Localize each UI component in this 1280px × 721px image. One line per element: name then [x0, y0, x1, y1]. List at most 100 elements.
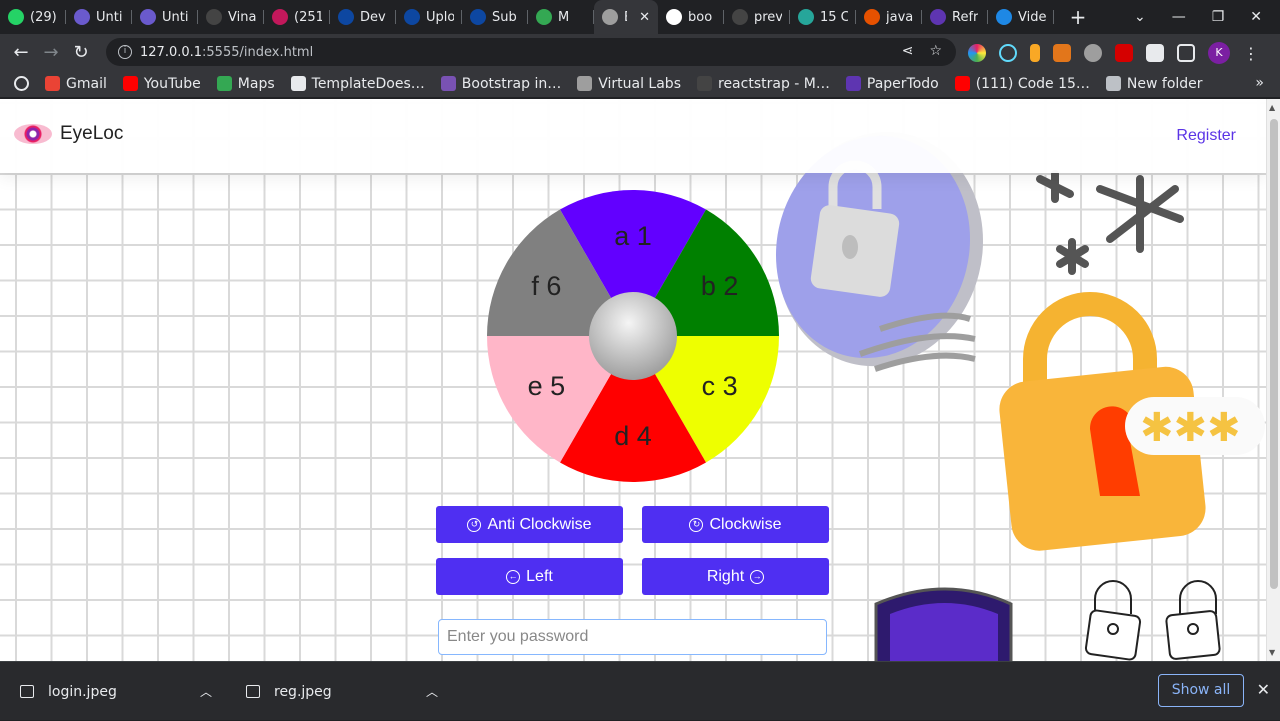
brand-name: EyeLoc	[60, 123, 124, 144]
settings-extension-icon[interactable]	[1084, 44, 1102, 62]
bookmark-favicon-icon	[577, 76, 593, 91]
downloads-bar: login.jpeg ︿ reg.jpeg ︿ Show all ✕	[0, 661, 1280, 720]
url-path: :5555/index.html	[202, 44, 314, 60]
browser-tab[interactable]: Uplo	[396, 0, 462, 34]
scroll-up-icon[interactable]: ▲	[1269, 103, 1275, 112]
bookmark-label: Maps	[237, 75, 275, 92]
tab-title: E	[624, 10, 627, 25]
back-icon[interactable]: ←	[6, 42, 36, 63]
address-bar[interactable]: i 127.0.0.1:5555/index.html ⋖ ☆	[106, 38, 956, 66]
key-extension-icon[interactable]	[1030, 44, 1040, 62]
site-navbar: EyeLoc Register	[0, 99, 1266, 173]
tab-favicon-icon	[798, 9, 814, 25]
page-viewport: ✱✱✱ EyeLoc Register a 1 b 2 c 3 d 4 e 5 f 6 ↺…	[0, 99, 1280, 661]
metamask-icon[interactable]	[1053, 44, 1071, 62]
forward-icon[interactable]: →	[36, 42, 66, 63]
anticlockwise-button[interactable]: ↺ Anti Clockwise	[436, 506, 623, 543]
browser-tab[interactable]: (251	[264, 0, 330, 34]
reload-icon[interactable]: ↻	[66, 42, 96, 63]
right-button[interactable]: Right →	[642, 558, 829, 595]
color-extension-icon[interactable]	[968, 44, 986, 62]
bookmark-favicon-icon	[697, 76, 712, 91]
tab-favicon-icon	[140, 9, 156, 25]
bookmark-label: TemplateDoes…	[311, 75, 425, 92]
apps-globe-icon[interactable]	[14, 76, 29, 91]
menu-kebab-icon[interactable]: ⋮	[1243, 44, 1259, 63]
register-link[interactable]: Register	[1176, 127, 1236, 145]
bookmark-label: YouTube	[143, 75, 201, 92]
bookmark-label: Bootstrap in…	[461, 75, 562, 92]
bookmark-favicon-icon	[122, 76, 138, 91]
clockwise-label: Clockwise	[709, 515, 782, 533]
browser-tab[interactable]: Sub	[462, 0, 528, 34]
tab-title: java	[886, 9, 914, 25]
bookmark-item[interactable]: Bootstrap in…	[440, 75, 562, 92]
browser-tab[interactable]: Dev	[330, 0, 396, 34]
tab-close-icon[interactable]: ✕	[639, 10, 650, 25]
extensions-puzzle-icon[interactable]	[1146, 44, 1164, 62]
scrollbar-thumb[interactable]	[1270, 119, 1278, 589]
react-devtools-icon[interactable]	[999, 44, 1017, 62]
download-item-reg[interactable]: reg.jpeg ︿	[246, 662, 446, 721]
bookmark-label: reactstrap - M…	[718, 75, 830, 92]
brand-logo[interactable]: EyeLoc	[14, 123, 123, 145]
tp-extension-icon[interactable]	[1115, 44, 1133, 62]
browser-tab[interactable]: java	[856, 0, 922, 34]
browser-tab[interactable]: Vina	[198, 0, 264, 34]
show-all-button[interactable]: Show all	[1158, 674, 1244, 707]
browser-tab[interactable]: boo	[658, 0, 724, 34]
browser-tab[interactable]: Refr	[922, 0, 988, 34]
tab-favicon-icon	[8, 9, 24, 25]
rotating-wheel[interactable]: a 1 b 2 c 3 d 4 e 5 f 6	[486, 189, 780, 483]
chevron-up-icon[interactable]: ︿	[200, 683, 212, 700]
download-filename: login.jpeg	[48, 683, 117, 700]
tab-favicon-icon	[74, 9, 90, 25]
scroll-down-icon[interactable]: ▼	[1269, 648, 1275, 657]
password-input[interactable]	[438, 619, 827, 655]
bookmark-favicon-icon	[290, 76, 306, 91]
browser-tab[interactable]: 15 C	[790, 0, 856, 34]
page-scrollbar[interactable]: ▲ ▼	[1266, 99, 1280, 661]
browser-tab[interactable]: prev	[724, 0, 790, 34]
bookmark-item[interactable]: PaperTodo	[845, 76, 939, 92]
bookmark-item[interactable]: Maps	[216, 75, 275, 92]
profile-avatar[interactable]: K	[1208, 42, 1230, 64]
bookmark-item[interactable]: (111) Code 15…	[954, 76, 1090, 92]
extensions-area: K ⋮	[968, 42, 1259, 64]
bookmark-item[interactable]: Gmail	[45, 76, 107, 92]
close-window-icon[interactable]: ✕	[1250, 9, 1262, 25]
bookmark-label: Virtual Labs	[598, 75, 681, 92]
browser-tab[interactable]: Unti	[66, 0, 132, 34]
bookmark-item[interactable]: YouTube	[122, 75, 201, 92]
browser-tab[interactable]: E✕	[594, 0, 658, 34]
browser-tab[interactable]: Unti	[132, 0, 198, 34]
new-tab-button[interactable]: +	[1064, 5, 1092, 29]
browser-tab[interactable]: (29)	[0, 0, 66, 34]
browser-tab[interactable]: Vide	[988, 0, 1054, 34]
close-downloads-icon[interactable]: ✕	[1257, 680, 1270, 699]
tab-title: Unti	[162, 9, 189, 25]
tab-search-icon[interactable]: ⌄	[1134, 9, 1146, 25]
minimize-icon[interactable]: —	[1172, 9, 1186, 25]
chevron-up-icon[interactable]: ︿	[426, 683, 438, 700]
bookmark-item[interactable]: TemplateDoes…	[290, 75, 425, 92]
bookmark-item[interactable]: reactstrap - M…	[697, 76, 830, 92]
left-button[interactable]: ← Left	[436, 558, 623, 595]
bookmark-star-icon[interactable]: ☆	[929, 43, 942, 59]
tab-favicon-icon	[536, 9, 552, 25]
svg-text:✱✱✱: ✱✱✱	[1140, 405, 1241, 451]
sidepanel-icon[interactable]	[1177, 44, 1195, 62]
tab-favicon-icon	[666, 9, 682, 25]
tab-title: (29)	[30, 9, 57, 25]
anticlockwise-label: Anti Clockwise	[487, 515, 592, 533]
bookmarks-overflow-icon[interactable]: »	[1255, 75, 1264, 91]
bookmark-item[interactable]: Virtual Labs	[577, 76, 681, 92]
tab-favicon-icon	[930, 9, 946, 25]
browser-tab[interactable]: M	[528, 0, 594, 34]
bookmark-item[interactable]: New folder	[1105, 76, 1203, 92]
share-icon[interactable]: ⋖	[902, 43, 914, 59]
clockwise-button[interactable]: ↻ Clockwise	[642, 506, 829, 543]
download-item-login[interactable]: login.jpeg ︿	[20, 662, 220, 721]
site-info-icon[interactable]: i	[118, 45, 132, 59]
restore-icon[interactable]: ❐	[1212, 9, 1225, 25]
